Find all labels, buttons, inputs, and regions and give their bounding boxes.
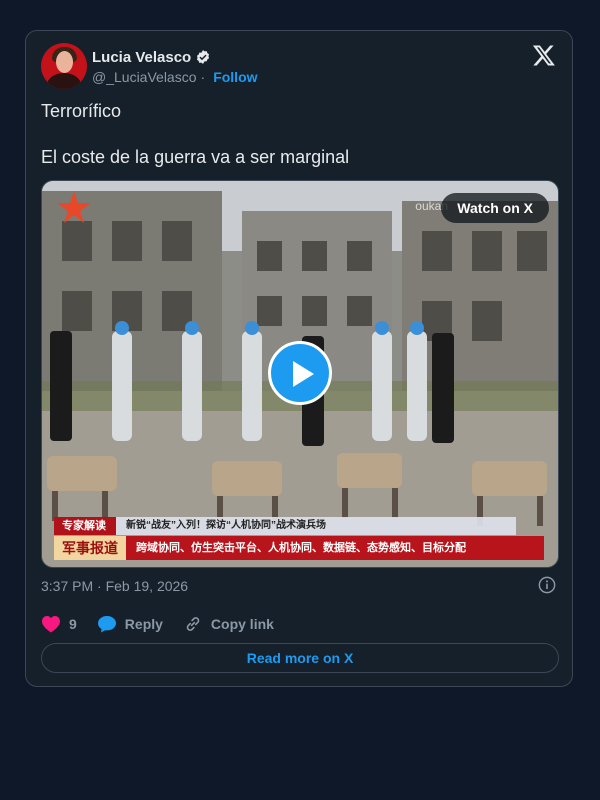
reply-button[interactable]: Reply — [97, 615, 163, 633]
caption-top-right: 新锐“战友”入列！探访“人机协同”战术演兵场 — [116, 517, 516, 535]
heart-icon — [42, 616, 60, 633]
caption-bottom-left: 军事报道 — [54, 536, 126, 560]
tweet-text-line-2: El coste de la guerra va a ser marginal — [41, 147, 350, 167]
copy-link-label: Copy link — [210, 616, 274, 632]
like-button[interactable]: 9 — [41, 615, 77, 633]
like-count: 9 — [69, 616, 77, 632]
avatar[interactable] — [41, 43, 87, 89]
channel-star-logo-icon — [57, 191, 91, 223]
verified-badge-icon — [197, 50, 210, 64]
tweet-text: Terrorífico El coste de la guerra va a s… — [41, 99, 349, 169]
video-caption-bottom: 军事报道 跨域协同、仿生突击平台、人机协同、数据链、态势感知、目标分配 — [54, 536, 544, 560]
reply-bubble-icon — [97, 616, 116, 633]
author-handle[interactable]: @_LuciaVelasco — [92, 69, 197, 85]
author-name[interactable]: Lucia Velasco — [92, 49, 191, 66]
timestamp[interactable]: 3:37 PM · Feb 19, 2026 — [41, 578, 188, 594]
link-icon — [186, 617, 200, 631]
video-player[interactable]: oukan Watch on X 专家解读 新锐“战友”入列！探访“人机协同”战… — [41, 180, 559, 568]
reply-label: Reply — [124, 616, 163, 632]
caption-bottom-right: 跨域协同、仿生突击平台、人机协同、数据链、态势感知、目标分配 — [126, 536, 544, 560]
video-caption-top: 专家解读 新锐“战友”入列！探访“人机协同”战术演兵场 — [54, 517, 516, 535]
separator-dot: · — [200, 69, 206, 85]
author-handle-row: @_LuciaVelasco · Follow — [92, 69, 258, 85]
action-bar: 9 Reply Copy link — [41, 615, 294, 633]
tweet-text-line-1: Terrorífico — [41, 101, 122, 121]
watch-on-x-button[interactable]: Watch on X — [441, 193, 549, 223]
read-more-button[interactable]: Read more on X — [41, 643, 559, 673]
follow-button[interactable]: Follow — [213, 69, 257, 85]
caption-top-left: 专家解读 — [54, 517, 116, 535]
tweet-card: Lucia Velasco @_LuciaVelasco · Follow Te… — [25, 30, 573, 687]
play-button[interactable] — [268, 341, 332, 405]
info-icon[interactable] — [538, 576, 556, 594]
copy-link-button[interactable]: Copy link — [183, 615, 274, 633]
author-name-row: Lucia Velasco — [92, 47, 211, 67]
x-logo-icon[interactable] — [532, 43, 556, 67]
play-icon — [293, 361, 314, 387]
